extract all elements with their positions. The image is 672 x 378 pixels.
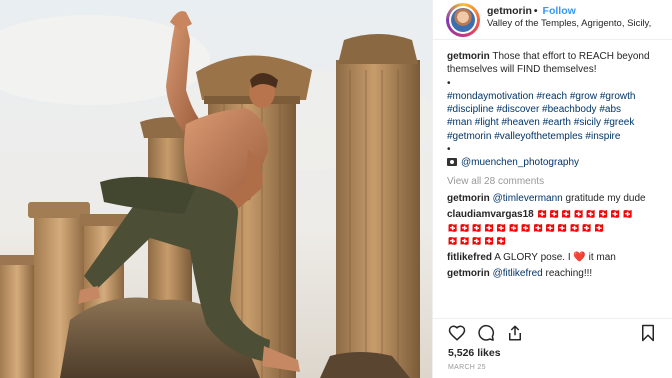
caption: getmorin Those that effort to REACH beyo… xyxy=(447,50,663,77)
action-bar xyxy=(433,318,672,346)
heart-icon[interactable] xyxy=(448,324,466,342)
location-link[interactable]: Valley of the Temples, Agrigento, Sicily… xyxy=(487,18,669,29)
comment: fitlikefred A GLORY pose. I ❤️ it man xyxy=(447,251,663,264)
post-sidebar: getmorin • Follow Valley of the Temples, … xyxy=(432,0,672,378)
flag-emojis: 🇨🇭🇨🇭🇨🇭🇨🇭🇨🇭🇨🇭🇨🇭🇨🇭🇨🇭🇨🇭🇨🇭🇨🇭🇨🇭 xyxy=(447,222,606,233)
heart-emoji: ❤️ xyxy=(573,252,586,264)
hashtags-line[interactable]: #discipline #discover #beachbody #abs xyxy=(447,103,663,116)
flag-emojis: 🇨🇭🇨🇭🇨🇭🇨🇭🇨🇭 xyxy=(447,235,509,246)
bookmark-icon[interactable] xyxy=(639,324,657,342)
comment-text: reaching!!! xyxy=(542,268,593,280)
header-separator: • xyxy=(533,5,538,17)
comment-text: gratitude my dude xyxy=(562,192,646,204)
caption-username[interactable]: getmorin xyxy=(447,51,490,62)
comment: getmorin @fitlikefred reaching!!! xyxy=(447,267,663,280)
hashtags-line[interactable]: #mondaymotivation #reach #grow #growth xyxy=(447,90,663,103)
header-user-line: getmorin • Follow xyxy=(487,5,576,17)
comment-text: A GLORY pose. I xyxy=(494,252,574,264)
comments-section: getmorin Those that effort to REACH beyo… xyxy=(447,50,663,281)
photo-credit-mention[interactable]: @muenchen_photography xyxy=(461,157,579,168)
comment-icon[interactable] xyxy=(477,324,495,342)
post-photo[interactable] xyxy=(0,0,432,378)
likes-count[interactable]: 5,526 likes xyxy=(448,347,501,359)
caption-bullet: • xyxy=(447,77,451,89)
caption-bullet: • xyxy=(447,144,451,156)
photo-illustration xyxy=(0,0,432,378)
comment-mention[interactable]: @timlevermann xyxy=(493,193,563,204)
view-all-comments-link[interactable]: View all 28 comments xyxy=(447,175,663,188)
comment-text: it man xyxy=(585,252,616,264)
flag-emojis: 🇨🇭🇨🇭🇨🇭🇨🇭🇨🇭🇨🇭🇨🇭🇨🇭 xyxy=(536,209,635,220)
comment-username[interactable]: fitlikefred xyxy=(447,252,492,263)
comment-mention[interactable]: @fitlikefred xyxy=(493,268,543,279)
post-header: getmorin • Follow Valley of the Temples, … xyxy=(433,0,672,40)
avatar[interactable] xyxy=(446,3,480,37)
comment: claudiamvargas18 🇨🇭🇨🇭🇨🇭🇨🇭🇨🇭🇨🇭🇨🇭🇨🇭 🇨🇭🇨🇭🇨🇭… xyxy=(447,208,663,248)
header-username[interactable]: getmorin xyxy=(487,5,532,17)
share-icon[interactable] xyxy=(506,324,524,342)
comment: getmorin @timlevermann gratitude my dude xyxy=(447,192,663,205)
comment-username[interactable]: getmorin xyxy=(447,268,490,279)
comment-username[interactable]: claudiamvargas18 xyxy=(447,209,534,220)
camera-icon xyxy=(447,158,457,167)
photo-credit: @muenchen_photography xyxy=(447,156,663,169)
hashtags-line[interactable]: #man #light #heaven #earth #sicily #gree… xyxy=(447,116,663,129)
hashtags-line[interactable]: #getmorin #valleyofthetemples #inspire xyxy=(447,130,663,143)
comment-username[interactable]: getmorin xyxy=(447,193,490,204)
follow-button[interactable]: Follow xyxy=(543,5,576,17)
post-date: MARCH 25 xyxy=(448,364,486,371)
